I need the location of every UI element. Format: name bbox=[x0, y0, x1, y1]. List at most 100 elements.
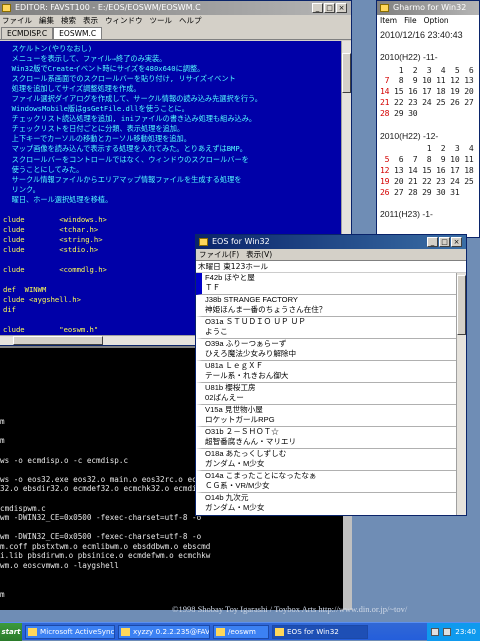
day-cell[interactable]: 26 bbox=[380, 187, 394, 197]
circle-list-item[interactable]: F42b ほやと屋 ＴＦ bbox=[196, 273, 456, 295]
day-cell[interactable]: 1 bbox=[422, 143, 436, 153]
day-cell[interactable]: 17 bbox=[422, 86, 436, 96]
day-cell[interactable] bbox=[380, 143, 394, 153]
day-cell[interactable]: 6 bbox=[464, 65, 474, 75]
day-cell[interactable]: 7 bbox=[408, 154, 422, 164]
day-cell[interactable]: 11 bbox=[464, 154, 474, 164]
day-cell[interactable] bbox=[450, 108, 464, 118]
day-cell[interactable]: 2 bbox=[436, 143, 450, 153]
circle-list-item[interactable]: O14b 九次元 ガンダム・M少女 bbox=[196, 493, 456, 513]
day-cell[interactable]: 10 bbox=[450, 154, 464, 164]
tab-ecmdisp[interactable]: ECMDISP.C bbox=[1, 27, 54, 39]
day-cell[interactable] bbox=[394, 143, 408, 153]
day-cell[interactable]: 21 bbox=[380, 97, 394, 107]
minimize-icon[interactable]: _ bbox=[312, 3, 323, 13]
day-cell[interactable]: 6 bbox=[394, 154, 408, 164]
circle-list-item[interactable]: O18a あたっくしずしむ ガンダム・M少女 bbox=[196, 449, 456, 471]
menu-item[interactable]: ファイル(F) bbox=[199, 250, 239, 259]
taskbar-button[interactable]: xyzzy 0.2.2.235@FAV... bbox=[118, 624, 210, 639]
day-cell[interactable]: 21 bbox=[408, 176, 422, 186]
day-cell[interactable]: 10 bbox=[422, 75, 436, 85]
circle-list-item[interactable]: J38b STRANGE FACTORY 神姫ほんま一番のちょうさん在住？ bbox=[196, 295, 456, 317]
day-cell[interactable]: 16 bbox=[436, 165, 450, 175]
circle-list-item[interactable]: O31a ＳＴＵＤＩＯ ＵＰ ＵＰ ようこ bbox=[196, 317, 456, 339]
circle-list[interactable]: F42b ほやと屋 ＴＦ J38b STRANGE FACTORY 神姫ほんま一番のち… bbox=[196, 273, 456, 513]
menu-item[interactable]: ヘルプ bbox=[179, 16, 202, 25]
day-cell[interactable]: 2 bbox=[408, 65, 422, 75]
day-cell[interactable]: 17 bbox=[450, 165, 464, 175]
scroll-thumb[interactable] bbox=[457, 275, 466, 335]
day-cell[interactable]: 7 bbox=[380, 75, 394, 85]
day-cell[interactable]: 14 bbox=[380, 86, 394, 96]
day-cell[interactable] bbox=[422, 108, 436, 118]
day-cell[interactable]: 9 bbox=[436, 154, 450, 164]
calendar-title-bar[interactable]: Gharmo for Win32 bbox=[377, 1, 479, 15]
day-cell[interactable]: 15 bbox=[394, 86, 408, 96]
day-cell[interactable]: 20 bbox=[464, 86, 474, 96]
menu-item[interactable]: 編集 bbox=[39, 16, 54, 25]
day-cell[interactable]: 12 bbox=[450, 75, 464, 85]
volume-icon[interactable] bbox=[443, 627, 452, 636]
day-cell[interactable]: 23 bbox=[408, 97, 422, 107]
menu-item[interactable]: ウィンドウ bbox=[105, 16, 143, 25]
day-cell[interactable]: 22 bbox=[394, 97, 408, 107]
close-icon[interactable]: × bbox=[336, 3, 347, 13]
close-icon[interactable]: × bbox=[451, 237, 462, 247]
day-cell[interactable]: 29 bbox=[422, 187, 436, 197]
day-cell[interactable]: 30 bbox=[436, 187, 450, 197]
day-cell[interactable] bbox=[436, 108, 450, 118]
day-cell[interactable]: 22 bbox=[422, 176, 436, 186]
day-cell[interactable]: 29 bbox=[394, 108, 408, 118]
day-cell[interactable]: 27 bbox=[464, 97, 474, 107]
day-cell[interactable]: 26 bbox=[450, 97, 464, 107]
day-cell[interactable]: 20 bbox=[394, 176, 408, 186]
day-cell[interactable] bbox=[380, 65, 394, 75]
day-cell[interactable]: 3 bbox=[450, 143, 464, 153]
day-cell[interactable]: 25 bbox=[436, 97, 450, 107]
start-button[interactable]: start bbox=[0, 622, 22, 641]
day-cell[interactable]: 8 bbox=[394, 75, 408, 85]
day-cell[interactable]: 14 bbox=[408, 165, 422, 175]
day-cell[interactable]: 27 bbox=[394, 187, 408, 197]
day-cell[interactable]: 24 bbox=[450, 176, 464, 186]
menu-item[interactable]: 表示 bbox=[83, 16, 98, 25]
menu-item[interactable]: Item bbox=[380, 16, 397, 25]
minimize-icon[interactable]: _ bbox=[427, 237, 438, 247]
day-cell[interactable]: 16 bbox=[408, 86, 422, 96]
day-cell[interactable]: 8 bbox=[422, 154, 436, 164]
day-cell[interactable]: 19 bbox=[450, 86, 464, 96]
day-cell[interactable]: 4 bbox=[436, 65, 450, 75]
day-cell[interactable]: 24 bbox=[422, 97, 436, 107]
day-cell[interactable]: 13 bbox=[394, 165, 408, 175]
day-cell[interactable]: 25 bbox=[464, 176, 474, 186]
menu-item[interactable]: ツール bbox=[150, 16, 173, 25]
eos-title-bar[interactable]: EOS for Win32 _ □ × bbox=[196, 235, 466, 249]
circle-list-item[interactable]: O31b ２－ＳＨＯＴ☆ 超智番腐きんん・マリエリ bbox=[196, 427, 456, 449]
editor-title-bar[interactable]: EDITOR: FAVST100 - E:/EOS/EOSWM/EOSWM.C … bbox=[0, 1, 351, 15]
day-cell[interactable]: 18 bbox=[464, 165, 474, 175]
circle-list-item[interactable]: U81a ＬｅｇＸＦ テール系・れきおん御大 bbox=[196, 361, 456, 383]
day-cell[interactable]: 15 bbox=[422, 165, 436, 175]
day-cell[interactable]: 5 bbox=[380, 154, 394, 164]
scroll-thumb[interactable] bbox=[13, 336, 103, 345]
menu-item[interactable]: Option bbox=[424, 16, 449, 25]
day-cell[interactable] bbox=[408, 143, 422, 153]
day-cell[interactable]: 3 bbox=[422, 65, 436, 75]
day-cell[interactable]: 11 bbox=[436, 75, 450, 85]
menu-item[interactable]: ファイル bbox=[2, 16, 32, 25]
day-cell[interactable]: 31 bbox=[450, 187, 464, 197]
day-cell[interactable]: 23 bbox=[436, 176, 450, 186]
day-cell[interactable]: 4 bbox=[464, 143, 474, 153]
day-cell[interactable]: 12 bbox=[380, 165, 394, 175]
day-cell[interactable] bbox=[464, 108, 473, 118]
taskbar-button[interactable]: /eoswm bbox=[213, 624, 269, 639]
day-cell[interactable]: 5 bbox=[450, 65, 464, 75]
day-cell[interactable]: 18 bbox=[436, 86, 450, 96]
day-cell[interactable]: 9 bbox=[408, 75, 422, 85]
day-cell[interactable]: 30 bbox=[408, 108, 422, 118]
taskbar-button[interactable]: EOS for Win32 bbox=[272, 624, 368, 639]
day-cell[interactable]: 28 bbox=[408, 187, 422, 197]
day-cell[interactable]: 28 bbox=[380, 108, 394, 118]
day-cell[interactable] bbox=[464, 187, 473, 197]
menu-item[interactable]: 表示(V) bbox=[246, 250, 272, 259]
